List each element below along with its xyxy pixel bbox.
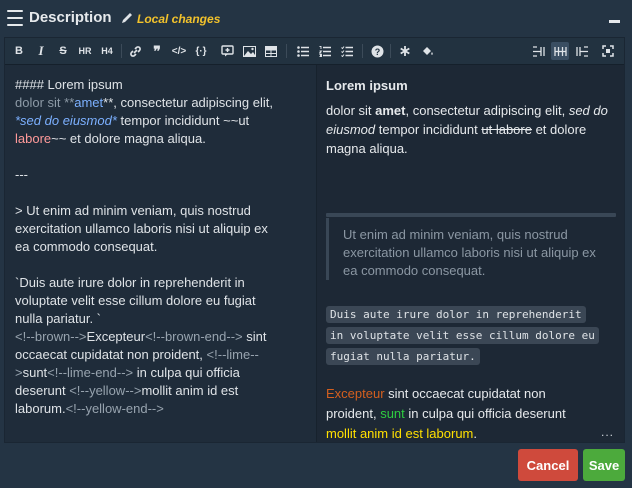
- table-icon: [265, 45, 277, 57]
- preview-inline-code: Duis aute irure dolor in reprehenderit i…: [326, 304, 611, 367]
- help-button[interactable]: ?: [368, 42, 386, 60]
- link-icon: [129, 45, 141, 57]
- checklist-button[interactable]: [338, 42, 356, 60]
- code-block-button[interactable]: {·}: [192, 42, 210, 60]
- status-label: Local changes: [137, 12, 221, 26]
- split-view-button[interactable]: [551, 42, 569, 60]
- source-code: `Duis aute irure dolor in reprehenderit …: [15, 275, 256, 326]
- cancel-button[interactable]: Cancel: [518, 449, 578, 481]
- asterisk-icon: [400, 46, 410, 56]
- layout-right-icon: [575, 45, 588, 57]
- checklist-icon: [341, 45, 353, 57]
- hr-button[interactable]: HR: [76, 42, 94, 60]
- comment-button[interactable]: [218, 42, 236, 60]
- editor-only-button[interactable]: [529, 42, 547, 60]
- pencil-icon: [122, 13, 132, 23]
- save-button[interactable]: Save: [583, 449, 625, 481]
- bold-button[interactable]: B: [10, 42, 28, 60]
- preview-only-button[interactable]: [573, 42, 591, 60]
- editor-toolbar: B I S HR H4 ❞ </> {·} ?: [5, 38, 624, 65]
- heading-button[interactable]: H4: [98, 42, 116, 60]
- link-button[interactable]: [126, 42, 144, 60]
- preview-horizontal-rule: [326, 213, 616, 217]
- source-quote: > Ut enim ad minim veniam, quis nostrud …: [15, 203, 268, 254]
- preview-colored-text: Excepteur sint occaecat cupidatat non pr…: [326, 386, 566, 441]
- paint-bucket-icon: [422, 47, 433, 55]
- svg-text:?: ?: [374, 47, 380, 57]
- layout-left-icon: [532, 45, 545, 57]
- fullscreen-icon: [602, 45, 614, 57]
- comment-plus-icon: [220, 45, 234, 57]
- code-block-icon: {·}: [195, 45, 207, 57]
- source-pane[interactable]: #### Lorem ipsum dolor sit **amet**, con…: [5, 65, 317, 442]
- preview-pane: Lorem ipsum dolor sit amet, consectetur …: [317, 65, 624, 442]
- quote-icon: ❞: [153, 42, 161, 59]
- hamburger-menu-icon[interactable]: [7, 10, 23, 26]
- fullscreen-button[interactable]: [599, 42, 617, 60]
- code-icon: </>: [171, 45, 187, 57]
- panel-title: Description: [29, 9, 112, 26]
- bullet-list-button[interactable]: [294, 42, 312, 60]
- italic-button[interactable]: I: [32, 42, 50, 60]
- source-colored: <!--brown-->Excepteur<!--brown-end--> si…: [15, 329, 267, 416]
- strikethrough-button[interactable]: S: [54, 42, 72, 60]
- bullet-list-icon: [297, 45, 309, 57]
- code-button[interactable]: </>: [170, 42, 188, 60]
- source-text: #### Lorem ipsum dolor sit **amet**, con…: [15, 77, 273, 146]
- layout-split-icon: [553, 46, 567, 56]
- image-icon: [242, 45, 256, 57]
- image-button[interactable]: [240, 42, 258, 60]
- numbered-list-icon: [319, 45, 331, 57]
- minimize-icon[interactable]: [609, 20, 620, 23]
- table-button[interactable]: [262, 42, 280, 60]
- resize-handle[interactable]: ...: [601, 425, 614, 439]
- quote-button[interactable]: ❞: [148, 42, 166, 60]
- color-button[interactable]: [418, 42, 436, 60]
- special-button[interactable]: [396, 42, 414, 60]
- help-icon: ?: [371, 45, 383, 57]
- preview-paragraph: dolor sit amet, consectetur adipiscing e…: [326, 103, 608, 156]
- panel-header: Description Local changes: [0, 0, 632, 36]
- markdown-editor: B I S HR H4 ❞ </> {·} ? #### Lorem ipsum…: [4, 37, 625, 443]
- preview-blockquote: Ut enim ad minim veniam, quis nostrud ex…: [326, 218, 619, 280]
- numbered-list-button[interactable]: [316, 42, 334, 60]
- source-hr: ---: [15, 167, 28, 182]
- preview-heading: Lorem ipsum: [326, 78, 408, 93]
